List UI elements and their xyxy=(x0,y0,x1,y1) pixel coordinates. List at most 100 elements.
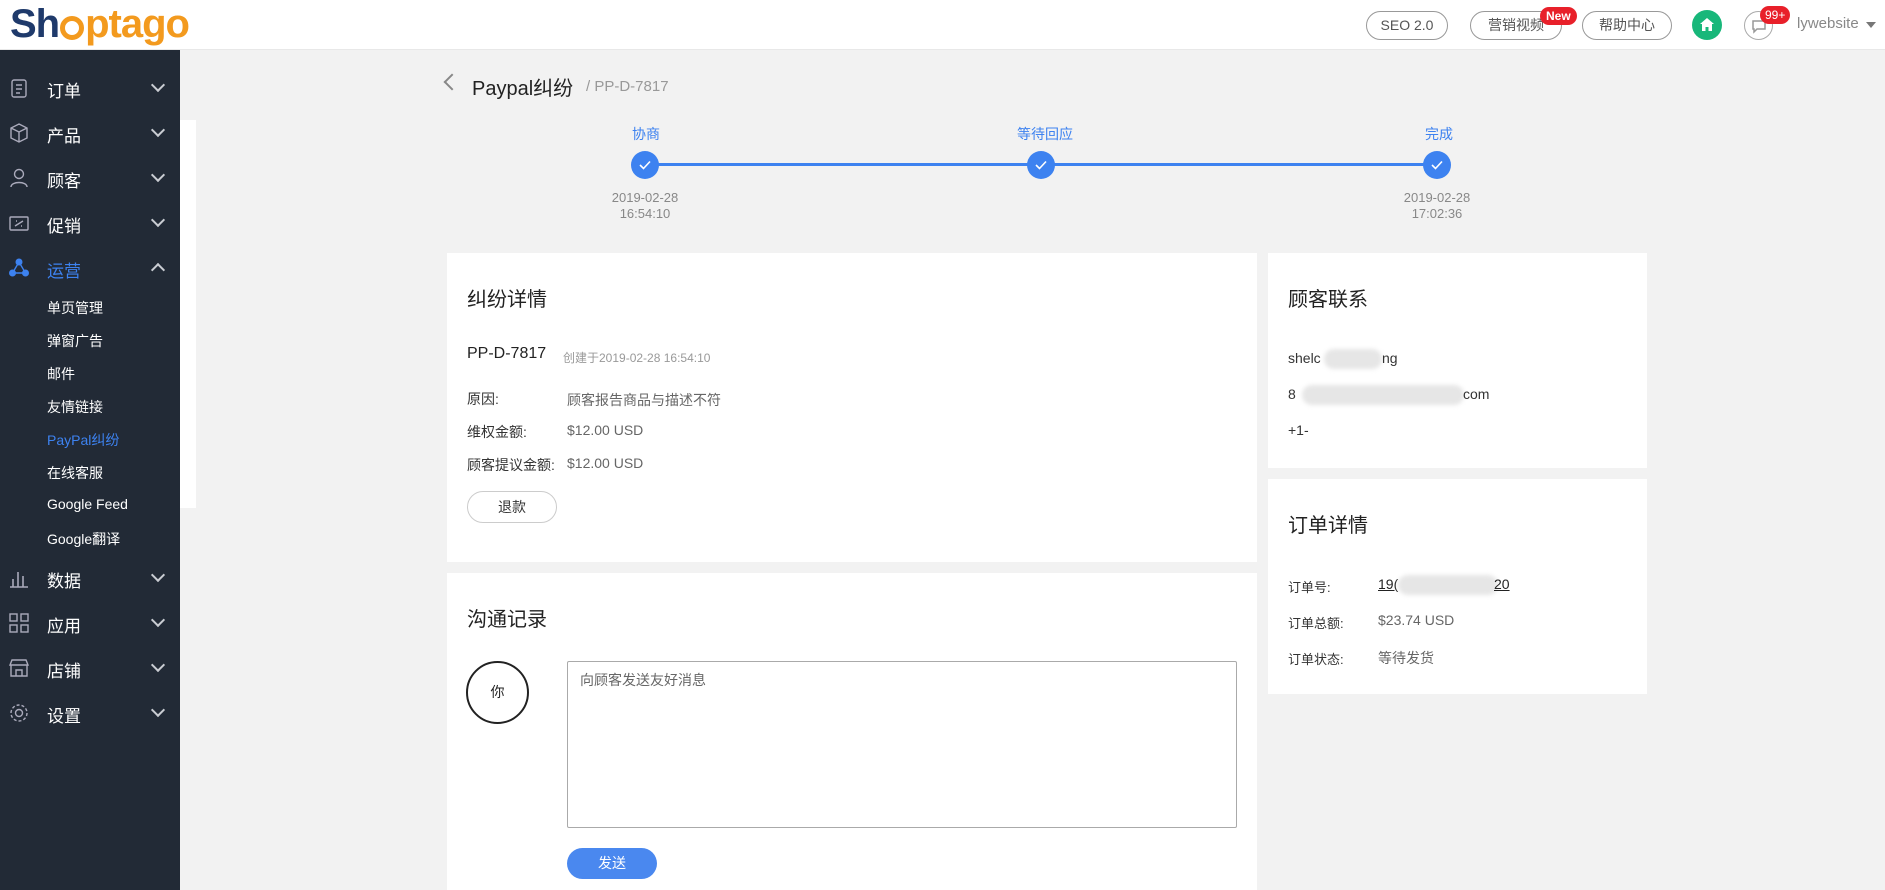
sidebar-item-data[interactable]: 数据 xyxy=(0,557,180,597)
sidebar-item-label: 设置 xyxy=(47,707,81,726)
sidebar-item-label: 店铺 xyxy=(47,662,81,681)
store-icon xyxy=(8,659,30,677)
order-status-value: 等待发货 xyxy=(1378,650,1434,666)
panel-strip xyxy=(180,120,196,508)
chevron-down-icon xyxy=(150,567,166,583)
ticket-icon xyxy=(9,216,29,231)
redacted-email xyxy=(1302,385,1464,405)
back-arrow-icon[interactable] xyxy=(443,73,461,91)
redacted-name xyxy=(1324,349,1382,369)
page-title: Paypal纠纷 xyxy=(472,78,574,100)
sidebar-item-customers[interactable]: 顾客 xyxy=(0,157,180,197)
chevron-up-icon xyxy=(150,262,166,278)
message-input[interactable] xyxy=(567,661,1237,828)
gear-icon xyxy=(10,704,28,722)
logo-text-start: Sh xyxy=(10,2,60,46)
subitem-google-translate[interactable]: Google翻译 xyxy=(47,529,120,549)
step-dot-1 xyxy=(631,151,659,179)
seo-button[interactable]: SEO 2.0 xyxy=(1366,11,1448,40)
subitem-paypal-disputes[interactable]: PayPal纠纷 xyxy=(47,430,119,450)
logo-o-icon xyxy=(60,16,85,40)
sidebar-item-operations[interactable]: 运营 xyxy=(0,247,180,287)
refund-button[interactable]: 退款 xyxy=(467,491,557,523)
home-button[interactable] xyxy=(1692,10,1722,40)
created-time: 创建于2019-02-28 16:54:10 xyxy=(563,351,711,365)
order-details-card: 订单详情 订单号: 19( 20 订单总额: $23.74 USD 订单状态: … xyxy=(1268,479,1647,694)
chevron-down-icon xyxy=(150,702,166,718)
customer-email-start: 8 xyxy=(1288,386,1296,402)
sidebar-item-label: 产品 xyxy=(47,127,81,146)
share-icon xyxy=(9,258,29,277)
step-time-3: 2019-02-28 17:02:36 xyxy=(1397,190,1477,222)
customer-name-end: ng xyxy=(1382,350,1398,366)
apps-icon xyxy=(9,613,29,633)
customer-contact-card: 顾客联系 shelc ng 8 com +1- xyxy=(1268,253,1647,468)
avatar: 你 xyxy=(466,661,529,724)
user-icon xyxy=(10,168,28,188)
reason-value: 顾客报告商品与描述不符 xyxy=(567,392,721,408)
sidebar-item-settings[interactable]: 设置 xyxy=(0,692,180,732)
step-dot-3 xyxy=(1423,151,1451,179)
chevron-down-icon xyxy=(150,77,166,93)
subitem-single-page[interactable]: 单页管理 xyxy=(47,298,103,318)
username[interactable]: lywebsite xyxy=(1797,15,1859,32)
sidebar-item-label: 顾客 xyxy=(47,172,81,191)
subitem-live-chat[interactable]: 在线客服 xyxy=(47,463,103,483)
card-title: 顾客联系 xyxy=(1288,289,1368,311)
dispute-id: PP-D-7817 xyxy=(467,345,547,362)
send-button[interactable]: 发送 xyxy=(567,848,657,879)
sidebar-item-apps[interactable]: 应用 xyxy=(0,602,180,642)
order-total-value: $23.74 USD xyxy=(1378,612,1455,628)
box-icon xyxy=(10,123,28,143)
shoptago-logo[interactable]: Sh ptago xyxy=(10,2,190,46)
amount-value: $12.00 USD xyxy=(567,422,644,438)
chevron-down-icon xyxy=(150,612,166,628)
chevron-down-icon xyxy=(150,212,166,228)
card-title: 订单详情 xyxy=(1288,515,1368,537)
card-title: 沟通记录 xyxy=(467,609,547,631)
message-count-badge: 99+ xyxy=(1760,6,1791,24)
order-number-end[interactable]: 20 xyxy=(1494,576,1510,592)
step-time: 16:54:10 xyxy=(619,206,671,221)
check-icon xyxy=(1431,160,1443,170)
redacted-order-number xyxy=(1398,575,1498,595)
proposed-value: $12.00 USD xyxy=(567,455,644,471)
home-icon xyxy=(1700,18,1714,31)
sidebar-item-label: 订单 xyxy=(47,82,81,101)
order-total-label: 订单总额: xyxy=(1288,616,1344,631)
sidebar: 订单 产品 顾客 促销 运营 单页管理 弹窗广告 邮件 友情链接 PayPal纠… xyxy=(0,50,180,890)
top-bar: Sh ptago SEO 2.0 营销视频 New 帮助中心 99+ lywebs… xyxy=(0,0,1885,50)
step-time-1: 2019-02-28 16:54:10 xyxy=(605,190,685,222)
help-center-button[interactable]: 帮助中心 xyxy=(1582,11,1672,40)
order-number-label: 订单号: xyxy=(1288,580,1331,595)
order-status-label: 订单状态: xyxy=(1288,652,1344,667)
sidebar-item-label: 运营 xyxy=(47,262,81,281)
order-number-start[interactable]: 19( xyxy=(1378,576,1398,592)
check-icon xyxy=(639,160,651,170)
subitem-email[interactable]: 邮件 xyxy=(47,364,75,384)
customer-email-end: com xyxy=(1463,386,1490,402)
chevron-down-icon xyxy=(150,167,166,183)
card-title: 纠纷详情 xyxy=(467,289,547,311)
new-badge: New xyxy=(1540,7,1577,25)
sidebar-item-orders[interactable]: 订单 xyxy=(0,67,180,107)
sidebar-item-label: 应用 xyxy=(47,617,81,636)
breadcrumb: / PP-D-7817 xyxy=(586,78,669,95)
subitem-google-feed[interactable]: Google Feed xyxy=(47,496,128,512)
reason-label: 原因: xyxy=(467,391,499,407)
sidebar-item-store[interactable]: 店铺 xyxy=(0,647,180,687)
customer-phone: +1- xyxy=(1288,422,1309,438)
amount-label: 维权金额: xyxy=(467,424,527,440)
caret-down-icon[interactable] xyxy=(1866,22,1876,28)
subitem-popup-ads[interactable]: 弹窗广告 xyxy=(47,331,103,351)
step-label-awaiting: 等待回应 xyxy=(1017,126,1073,142)
clipboard-icon xyxy=(11,79,27,98)
subitem-friend-links[interactable]: 友情链接 xyxy=(47,397,103,417)
chevron-down-icon xyxy=(150,657,166,673)
step-date: 2019-02-28 xyxy=(611,190,679,205)
step-dot-2 xyxy=(1027,151,1055,179)
sidebar-item-label: 数据 xyxy=(47,572,81,591)
sidebar-item-promotions[interactable]: 促销 xyxy=(0,202,180,242)
bar-chart-icon xyxy=(10,572,28,588)
sidebar-item-products[interactable]: 产品 xyxy=(0,112,180,152)
